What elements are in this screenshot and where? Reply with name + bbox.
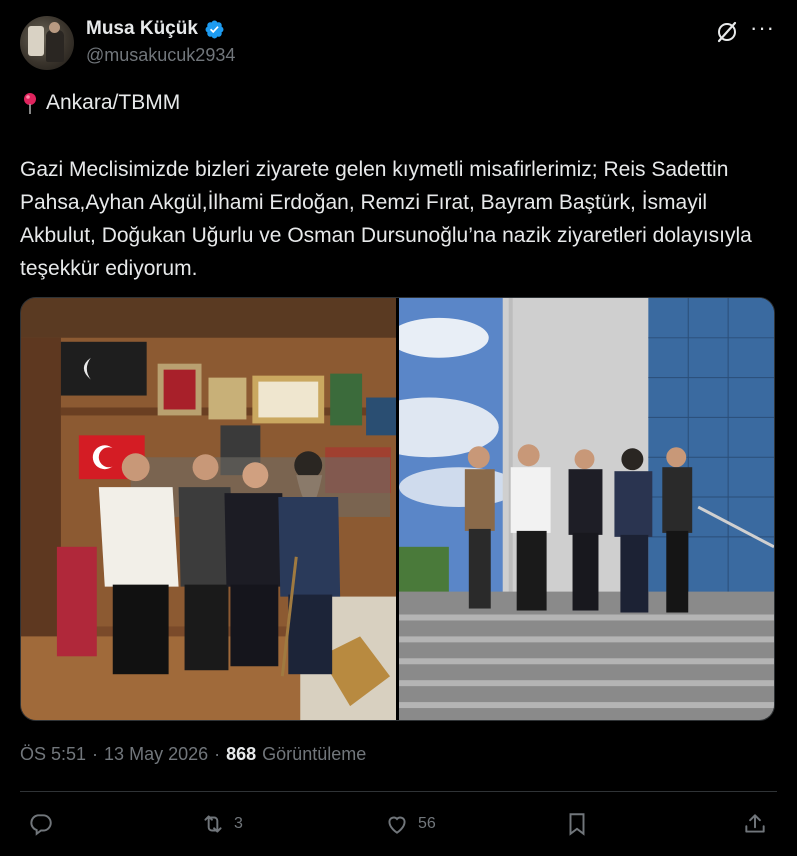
views-count[interactable]: 868: [226, 744, 256, 765]
author-handle[interactable]: @musakucuk2934: [86, 45, 235, 66]
post-header: Musa Küçük @musakucuk2934 ···: [20, 14, 777, 70]
reply-icon: [30, 814, 52, 836]
author-name-row: Musa Küçük: [86, 18, 225, 40]
divider: [20, 791, 777, 792]
author-avatar[interactable]: [20, 16, 74, 70]
verified-badge-icon[interactable]: [204, 19, 225, 40]
post-location: Ankara/TBMM: [20, 91, 180, 115]
meta-separator: ·: [92, 744, 99, 764]
like-button[interactable]: 56: [384, 806, 436, 842]
building-steps-group-photo[interactable]: [399, 298, 774, 720]
bookmark-button[interactable]: [564, 806, 598, 842]
share-button[interactable]: [742, 806, 768, 842]
round-pushpin-icon: [24, 93, 36, 114]
action-bar: 3 56: [20, 806, 777, 842]
bookmark-icon: [569, 813, 585, 836]
office-group-photo[interactable]: [21, 298, 396, 720]
post-body: Gazi Meclisimizde bizleri ziyarete gelen…: [20, 158, 752, 280]
share-icon: [745, 814, 765, 833]
meta-separator: ·: [214, 744, 221, 764]
author-display-name[interactable]: Musa Küçük: [86, 18, 198, 40]
views-label: Görüntüleme: [262, 744, 367, 764]
post-date[interactable]: 13 May 2026: [104, 744, 208, 765]
post-media[interactable]: [20, 297, 775, 721]
post-meta: ÖS 5:51 · 13 May 2026 · 868 Görüntüleme: [20, 744, 366, 765]
repost-button[interactable]: 3: [200, 806, 243, 842]
like-icon: [388, 816, 406, 834]
reply-button[interactable]: [28, 806, 62, 842]
repost-count: 3: [234, 815, 243, 832]
grok-icon[interactable]: [715, 20, 739, 44]
post-time[interactable]: ÖS 5:51: [20, 744, 86, 765]
repost-icon: [204, 815, 222, 833]
more-icon[interactable]: ···: [750, 16, 775, 40]
location-text: Ankara/TBMM: [46, 91, 181, 114]
like-count: 56: [418, 815, 436, 832]
